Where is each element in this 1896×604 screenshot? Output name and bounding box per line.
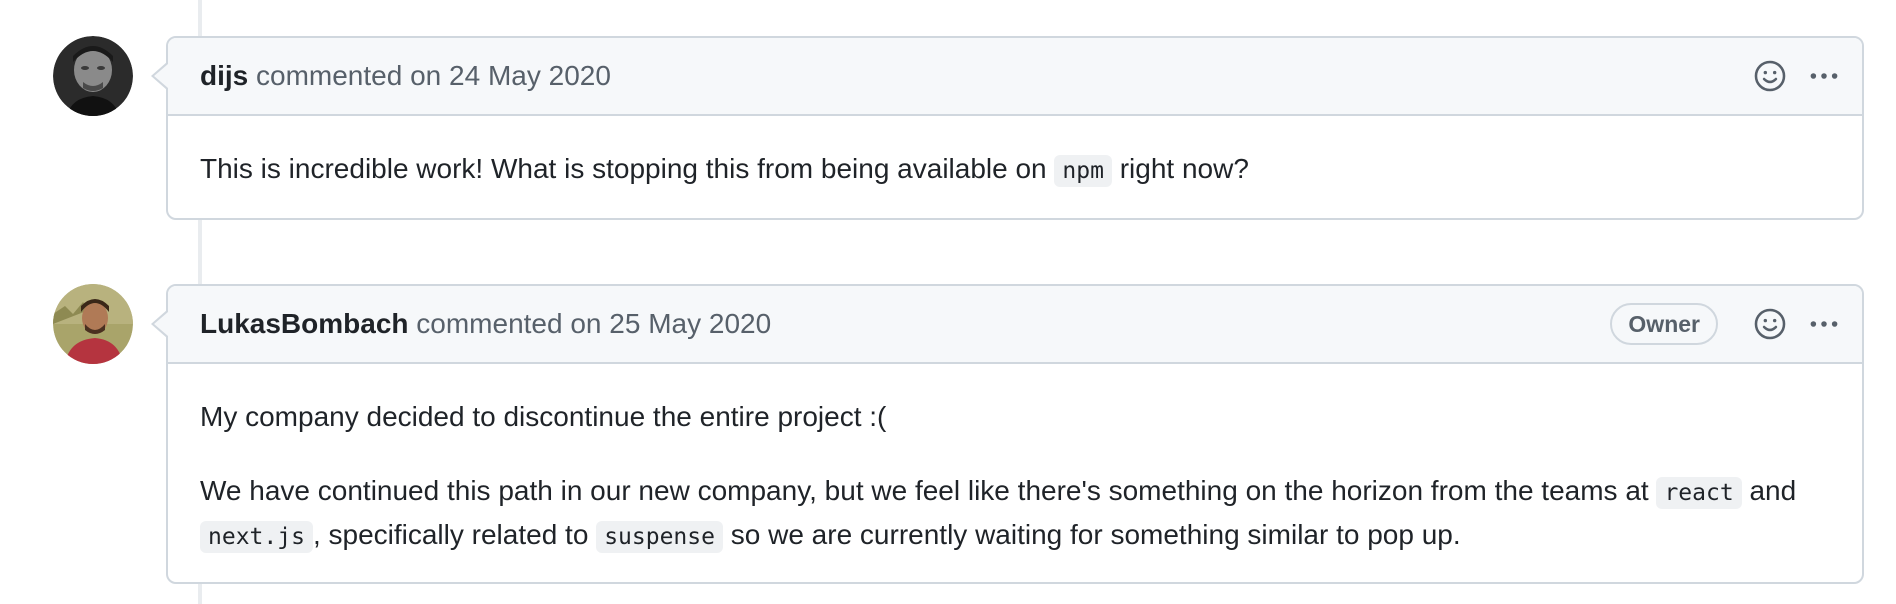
timeline-comment: dijs commented on 24 May 2020 This is in… xyxy=(0,36,1896,220)
smiley-icon xyxy=(1754,308,1786,340)
add-reaction-button[interactable] xyxy=(1746,52,1794,100)
smiley-icon xyxy=(1754,60,1786,92)
timeline-comment: LukasBombach commented on 25 May 2020 Ow… xyxy=(0,284,1896,584)
comment-header: LukasBombach commented on 25 May 2020 Ow… xyxy=(168,286,1862,364)
comment-meta: dijs commented on 24 May 2020 xyxy=(200,38,611,114)
text-segment: so we are currently waiting for somethin… xyxy=(722,519,1461,550)
comment-box: LukasBombach commented on 25 May 2020 Ow… xyxy=(166,284,1864,584)
text-segment: , specifically related to xyxy=(312,519,597,550)
comment-action: commented on xyxy=(416,308,602,339)
inline-code: react xyxy=(1656,477,1742,509)
comment-pointer-fill xyxy=(154,312,168,336)
add-reaction-button[interactable] xyxy=(1746,300,1794,348)
comment-paragraph: This is incredible work! What is stoppin… xyxy=(200,148,1830,192)
comment-meta: LukasBombach commented on 25 May 2020 xyxy=(200,286,771,362)
comment-timestamp[interactable]: 24 May 2020 xyxy=(449,60,611,91)
comment-actions: Owner xyxy=(1610,286,1848,362)
comment-paragraph: My company decided to discontinue the en… xyxy=(200,401,887,432)
inline-code: suspense xyxy=(596,521,723,553)
comment-actions xyxy=(1740,38,1848,114)
comment-pointer-fill xyxy=(154,64,168,88)
author-link[interactable]: LukasBombach xyxy=(200,308,409,339)
kebab-horizontal-icon xyxy=(1810,73,1838,79)
author-link[interactable]: dijs xyxy=(200,60,248,91)
avatar[interactable] xyxy=(53,36,133,116)
kebab-horizontal-icon xyxy=(1810,321,1838,327)
text-segment: and xyxy=(1741,475,1797,506)
more-options-button[interactable] xyxy=(1800,52,1848,100)
comment-action: commented on xyxy=(256,60,442,91)
comment-timestamp[interactable]: 25 May 2020 xyxy=(609,308,771,339)
avatar[interactable] xyxy=(53,284,133,364)
inline-code: next.js xyxy=(200,521,313,553)
comment-body: My company decided to discontinue the en… xyxy=(168,364,1862,558)
more-options-button[interactable] xyxy=(1800,300,1848,348)
owner-badge: Owner xyxy=(1610,303,1718,345)
comment-header: dijs commented on 24 May 2020 xyxy=(168,38,1862,116)
text-segment: We have continued this path in our new c… xyxy=(200,475,1657,506)
inline-code: npm xyxy=(1054,155,1112,187)
comment-body: This is incredible work! What is stoppin… xyxy=(168,116,1862,192)
text-segment: right now? xyxy=(1111,153,1249,184)
text-segment: This is incredible work! What is stoppin… xyxy=(200,153,1055,184)
comment-box: dijs commented on 24 May 2020 This is in… xyxy=(166,36,1864,220)
comment-paragraph: We have continued this path in our new c… xyxy=(200,470,1830,558)
